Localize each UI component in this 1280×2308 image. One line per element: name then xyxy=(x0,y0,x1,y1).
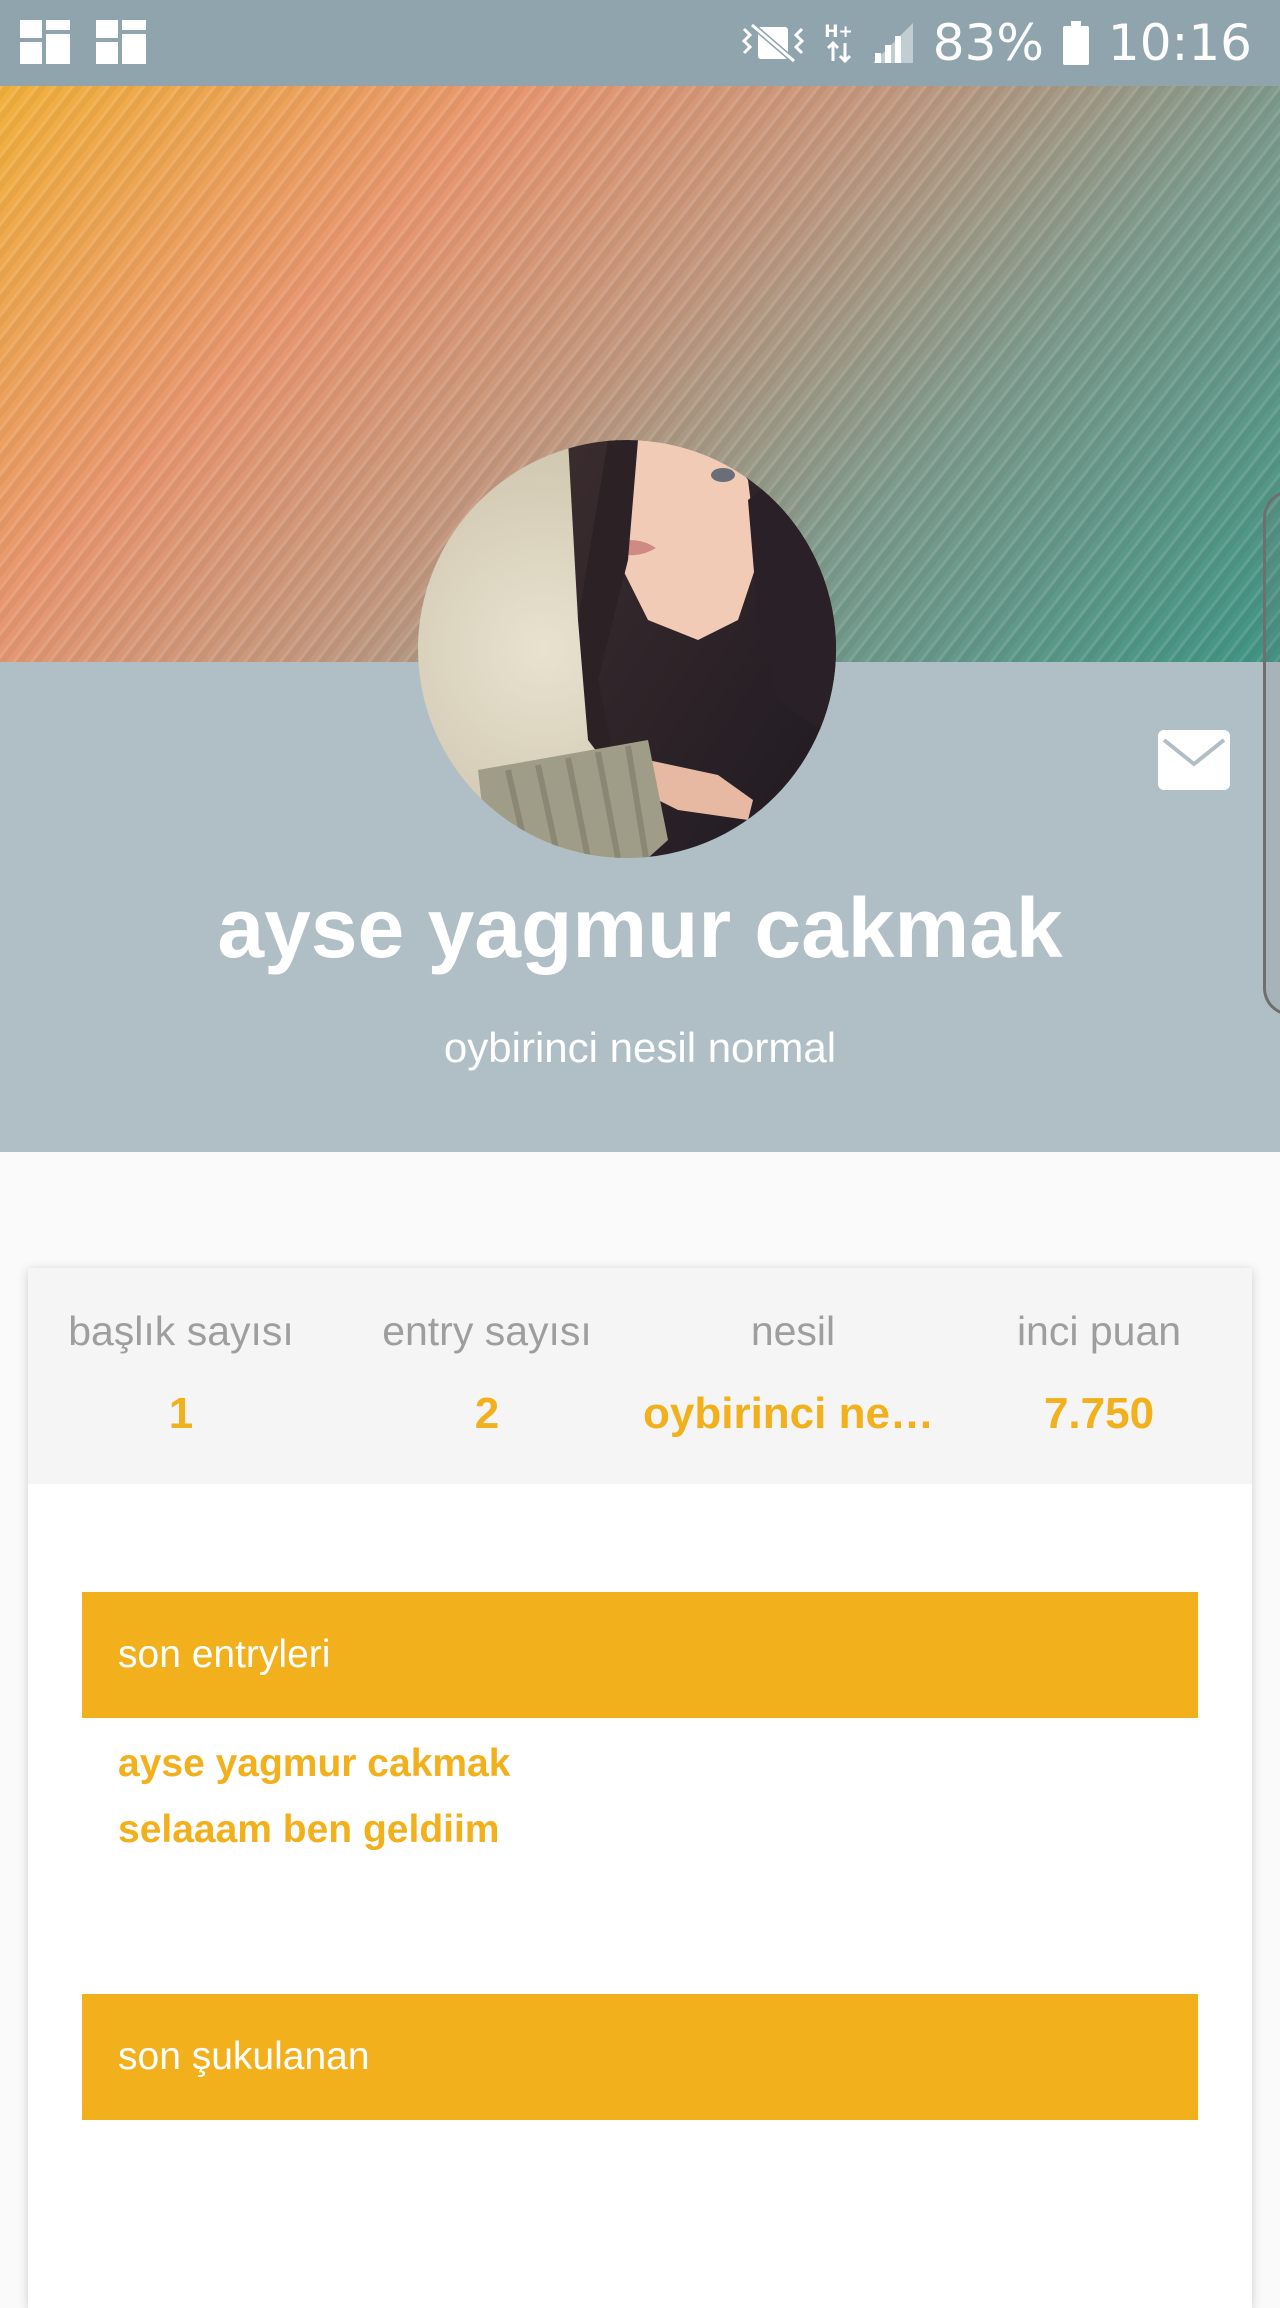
entry-link[interactable]: ayse yagmur cakmak xyxy=(118,1742,510,1786)
clock: 10:16 xyxy=(1107,14,1252,72)
stat-value: 2 xyxy=(474,1389,500,1438)
profile-card: başlık sayısı 1 entry sayısı 2 nesil oyb… xyxy=(28,1268,1252,2308)
vibrate-icon xyxy=(742,22,805,64)
stat-points: inci puan 7.750 xyxy=(946,1268,1252,1484)
status-indicators: H+ 83% 10:16 xyxy=(740,0,1252,86)
entry-link[interactable]: selaaam ben geldiim xyxy=(118,1808,510,1852)
notification-icons xyxy=(20,20,146,64)
section-header-recent-liked[interactable]: son şukulanan xyxy=(82,1994,1198,2120)
stat-label: inci puan xyxy=(1016,1308,1182,1354)
battery-icon xyxy=(1062,21,1089,65)
notification-icon xyxy=(20,20,70,64)
stat-topic-count: başlık sayısı 1 xyxy=(28,1268,334,1484)
network-icon: H+ xyxy=(824,21,853,63)
profile-subtitle: oybirinci nesil normal xyxy=(443,1024,837,1071)
stat-label: başlık sayısı xyxy=(68,1308,294,1354)
recent-entries-list: ayse yagmur cakmak selaaam ben geldiim xyxy=(118,1742,510,1852)
stat-label: nesil xyxy=(750,1308,836,1354)
stat-label: entry sayısı xyxy=(382,1308,592,1354)
network-label: H+ xyxy=(824,21,853,42)
avatar[interactable] xyxy=(418,440,836,858)
notification-icon xyxy=(96,20,146,64)
mail-icon xyxy=(1158,730,1230,790)
stat-value: 7.750 xyxy=(1043,1389,1155,1438)
section-header-recent-entries[interactable]: son entryleri xyxy=(82,1592,1198,1718)
signal-icon xyxy=(872,23,913,63)
stat-value: oybirinci nesil normal xyxy=(643,1389,943,1438)
stat-generation: nesil oybirinci nesil normal xyxy=(640,1268,946,1484)
status-bar: H+ 83% 10:16 xyxy=(0,0,1280,86)
stat-value: 1 xyxy=(168,1389,194,1438)
stats-bar: başlık sayısı 1 entry sayısı 2 nesil oyb… xyxy=(28,1268,1252,1484)
battery-percentage: 83% xyxy=(932,14,1044,72)
profile-name: ayse yagmur cakmak xyxy=(217,881,1063,975)
stat-entry-count: entry sayısı 2 xyxy=(334,1268,640,1484)
send-message-button[interactable] xyxy=(1158,730,1230,790)
